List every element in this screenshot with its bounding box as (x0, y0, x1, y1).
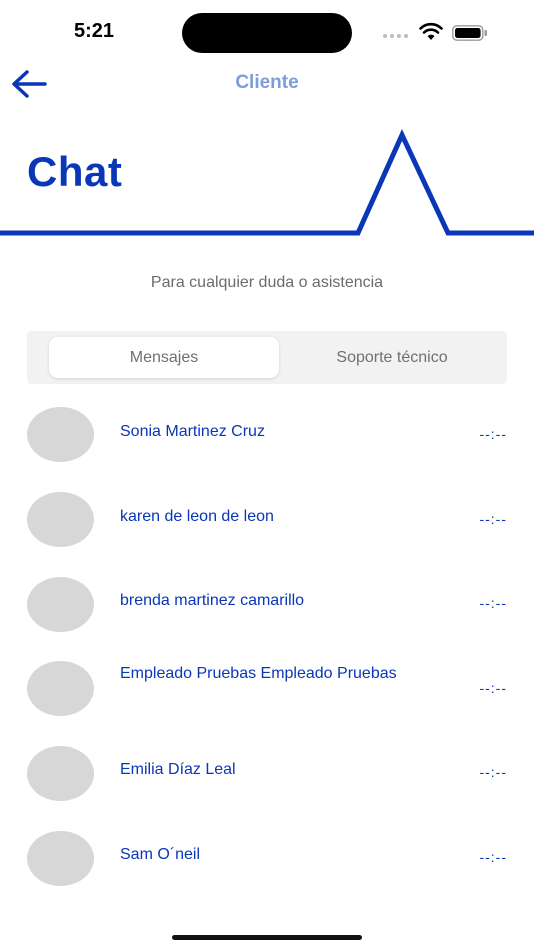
chat-row[interactable]: Sam O´neil --:-- (0, 816, 534, 900)
page-title: Chat (27, 148, 123, 195)
home-indicator[interactable] (172, 935, 362, 940)
avatar (27, 831, 94, 886)
battery-icon (452, 25, 487, 41)
subtitle: Para cualquier duda o asistencia (150, 274, 384, 291)
nav-title: Cliente (235, 72, 299, 93)
chat-name: Sonia Martinez Cruz (120, 423, 265, 440)
status-bar: 5:21 (0, 0, 534, 64)
chat-name: Sam O´neil (120, 846, 201, 863)
chat-time: --:-- (479, 680, 507, 696)
chat-time: --:-- (479, 426, 507, 442)
avatar (27, 492, 94, 547)
segmented-control: Mensajes Soporte técnico (27, 331, 507, 384)
chat-time: --:-- (479, 849, 507, 865)
wifi-icon (419, 22, 443, 40)
chat-row[interactable]: Emilia Díaz Leal --:-- (0, 731, 534, 815)
tab-soporte-tecnico[interactable]: Soporte técnico (287, 337, 497, 378)
avatar (27, 407, 94, 462)
chat-name: Emilia Díaz Leal (120, 761, 236, 778)
status-time: 5:21 (74, 20, 115, 42)
chat-time: --:-- (479, 511, 507, 527)
avatar (27, 661, 94, 716)
avatar (27, 577, 94, 632)
chat-row[interactable]: karen de leon de leon --:-- (0, 477, 534, 561)
chat-row[interactable]: brenda martinez camarillo --:-- (0, 562, 534, 646)
chat-row[interactable]: Sonia Martinez Cruz --:-- (0, 392, 534, 476)
chat-row[interactable]: Empleado Pruebas Empleado Pruebas --:-- (0, 646, 534, 730)
tab-mensajes[interactable]: Mensajes (49, 337, 279, 378)
chat-time: --:-- (479, 595, 507, 611)
dynamic-island (182, 13, 352, 53)
header: Chat (0, 120, 534, 250)
navigation-bar: Cliente (0, 64, 534, 106)
chat-name: karen de leon de leon (120, 508, 274, 525)
chat-time: --:-- (479, 764, 507, 780)
chat-name: brenda martinez camarillo (120, 592, 305, 609)
cellular-signal-icon (383, 34, 408, 38)
avatar (27, 746, 94, 801)
chat-name: Empleado Pruebas Empleado Pruebas (120, 665, 397, 682)
